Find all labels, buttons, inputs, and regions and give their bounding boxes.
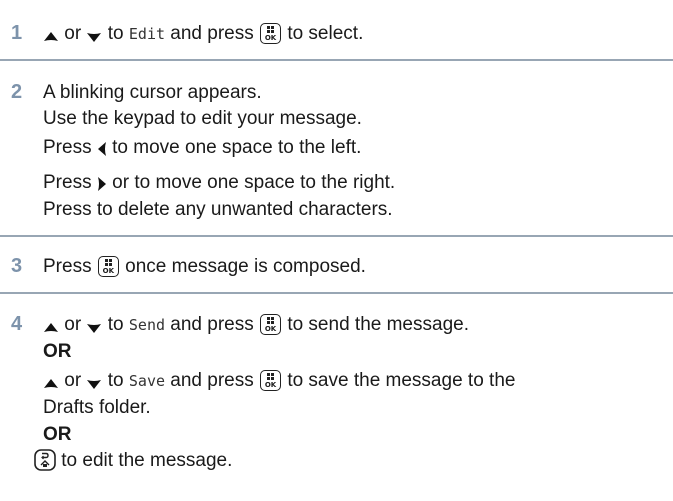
step-2-line-3: Press to move one space to the left. <box>43 136 361 160</box>
divider <box>0 59 673 61</box>
step-1-line-1: or to Edit and press OK to select. <box>43 22 363 46</box>
ok-key-label: OK <box>264 34 277 42</box>
or-separator: OR <box>43 341 72 362</box>
press-text: Press <box>43 256 92 277</box>
and-press-text: and press <box>170 370 254 391</box>
and-press-text: and press <box>170 314 254 335</box>
step-2-line-1: A blinking cursor appears. <box>43 82 262 103</box>
step-1-rest: to select. <box>287 23 364 44</box>
step-3-rest: once message is composed. <box>125 256 366 277</box>
instruction-page: 1 or to Edit and press OK to select. 2 A… <box>0 0 673 501</box>
back-key-icon <box>34 449 56 471</box>
to-text: to <box>107 23 124 44</box>
step-4-line-3: Drafts folder. <box>43 397 151 418</box>
to-text: to <box>107 370 124 391</box>
down-arrow-icon <box>87 33 102 42</box>
step-3-line-1: Press OK once message is composed. <box>43 255 366 279</box>
step-number: 1 <box>11 22 23 44</box>
step-4-line-2: or to Save and press OK to save the mess… <box>43 369 515 393</box>
down-arrow-icon <box>87 324 102 333</box>
step-2-line-5: Press to delete any unwanted characters. <box>43 199 393 220</box>
or-separator: OR <box>43 424 72 445</box>
press-text: Press <box>43 172 92 193</box>
down-arrow-icon <box>87 380 102 389</box>
up-arrow-icon <box>44 379 58 388</box>
menu-option-save: Save <box>128 372 166 390</box>
left-arrow-icon <box>97 142 106 156</box>
ok-key-icon: OK <box>260 23 282 44</box>
ok-key-label: OK <box>102 267 115 275</box>
step-4-line-1-rest: to send the message. <box>287 314 469 335</box>
ok-key-icon: OK <box>260 370 282 391</box>
up-arrow-icon <box>44 32 58 41</box>
and-press-text: and press <box>170 23 254 44</box>
right-arrow-icon <box>97 177 106 191</box>
step-2-line-4-rest: or to move one space to the right. <box>112 172 396 193</box>
divider <box>0 235 673 237</box>
ok-key-label: OK <box>264 381 277 389</box>
ok-key-icon: OK <box>97 256 119 277</box>
step-2-line-2: Use the keypad to edit your message. <box>43 108 362 129</box>
ok-key-icon: OK <box>260 314 282 335</box>
up-arrow-icon <box>44 323 58 332</box>
to-text: to <box>107 314 124 335</box>
step-4-line-1: or to Send and press OK to send the mess… <box>43 313 469 337</box>
step-2-line-3-rest: to move one space to the left. <box>112 137 362 158</box>
step-4-line-4: to edit the message. <box>34 449 232 473</box>
or-text: or <box>64 23 82 44</box>
menu-option-send: Send <box>128 316 166 334</box>
press-text: Press <box>43 137 92 158</box>
or-text: or <box>64 370 82 391</box>
or-text: or <box>64 314 82 335</box>
divider <box>0 292 673 294</box>
step-number: 4 <box>11 313 23 335</box>
step-4-line-4-text: to edit the message. <box>61 450 233 471</box>
step-4-line-2-rest: to save the message to the <box>287 370 516 391</box>
ok-key-label: OK <box>264 325 277 333</box>
step-number: 3 <box>11 255 23 277</box>
step-2-line-4: Press or to move one space to the right. <box>43 171 395 195</box>
step-number: 2 <box>11 81 23 103</box>
menu-option-edit: Edit <box>128 25 166 43</box>
